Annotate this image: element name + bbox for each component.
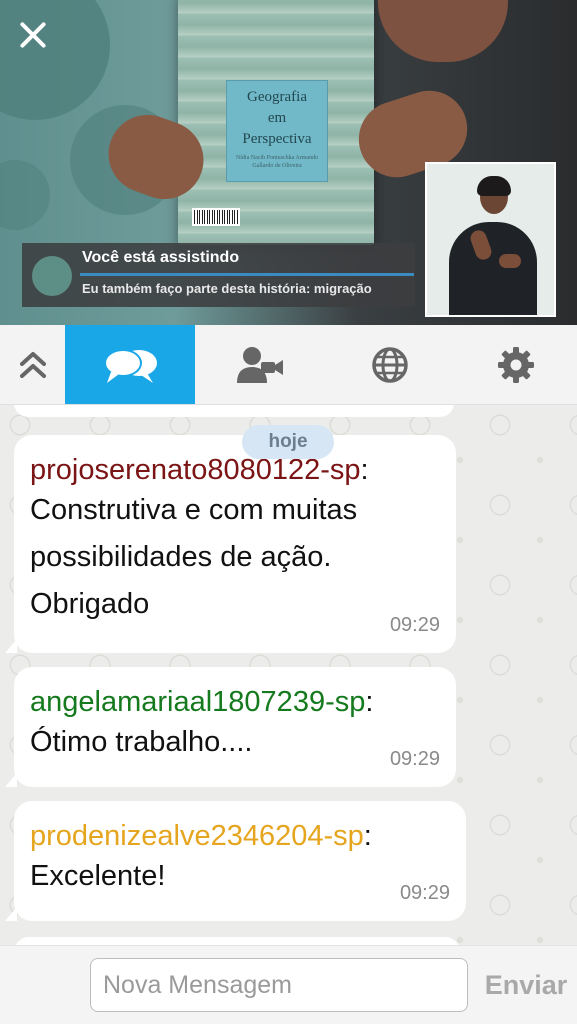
book-authors: Nídia Nacib Pontuschka Armando Gallardo … [235,155,319,169]
message-time: 09:29 [389,748,440,770]
sign-language-interpreter [425,162,556,317]
background-circle [0,160,50,230]
message-input[interactable] [90,958,468,1012]
close-video-button[interactable] [16,18,50,52]
message-text: Construtiva e com muitas possibilidades … [30,494,358,620]
interpreter-body [449,222,537,315]
interpreter-hand [499,254,521,268]
settings-button[interactable] [455,325,577,404]
message-text: Ótimo trabalho.... [30,726,253,758]
message-time: 09:29 [389,614,440,636]
user-video-icon [237,346,283,383]
toolbar [0,325,577,405]
book-cover: Geografia em Perspectiva Nídia Nacib Pon… [178,0,374,245]
date-separator: hoje [242,425,334,459]
gear-icon [498,346,534,383]
tab-participants[interactable] [195,325,325,404]
previous-message-bubble [14,405,454,417]
tab-language[interactable] [325,325,455,404]
interpreter-hair [477,176,511,196]
message-text: Excelente! [30,860,166,892]
message-author: angelamariaal1807239-sp: [30,686,374,718]
chat-message[interactable]: angelamariaal1807239-sp: Ótimo trabalho.… [5,667,456,787]
collapse-button[interactable] [0,325,65,404]
tab-chat[interactable] [65,325,195,404]
presenter-face [378,0,508,62]
chat-bubbles-icon [104,348,157,383]
chevron-double-up-icon [19,351,46,378]
author-name: prodenizealve2346204-sp [30,820,364,852]
now-watching-banner: Você está assistindo Eu também faço part… [22,243,415,307]
chat-message[interactable]: projoserenato8080122-sp: Construtiva e c… [5,435,456,653]
now-watching-title: Você está assistindo [82,249,240,266]
book-label: Geografia em Perspectiva Nídia Nacib Pon… [226,80,328,182]
book-title: Geografia em Perspectiva [242,89,312,147]
composer-bar: Enviar [0,945,577,1024]
now-watching-subtitle: Eu também faço parte desta história: mig… [82,281,372,296]
barcode [192,208,240,226]
chat-message[interactable]: prodenizealve2346204-sp: Excelente! 09:2… [5,801,466,921]
channel-logo [32,256,72,296]
video-player[interactable]: Geografia em Perspectiva Nídia Nacib Pon… [0,0,577,325]
message-author: prodenizealve2346204-sp: [30,820,372,852]
message-time: 09:29 [399,882,450,904]
send-button[interactable]: Enviar [478,958,574,1012]
globe-icon [372,346,408,383]
banner-divider [80,273,414,276]
message-author: projoserenato8080122-sp: [30,454,369,486]
author-name: angelamariaal1807239-sp [30,686,366,718]
chat-area[interactable]: hoje projoserenato8080122-sp: Construtiv… [0,405,577,945]
next-message-bubble [14,937,460,945]
